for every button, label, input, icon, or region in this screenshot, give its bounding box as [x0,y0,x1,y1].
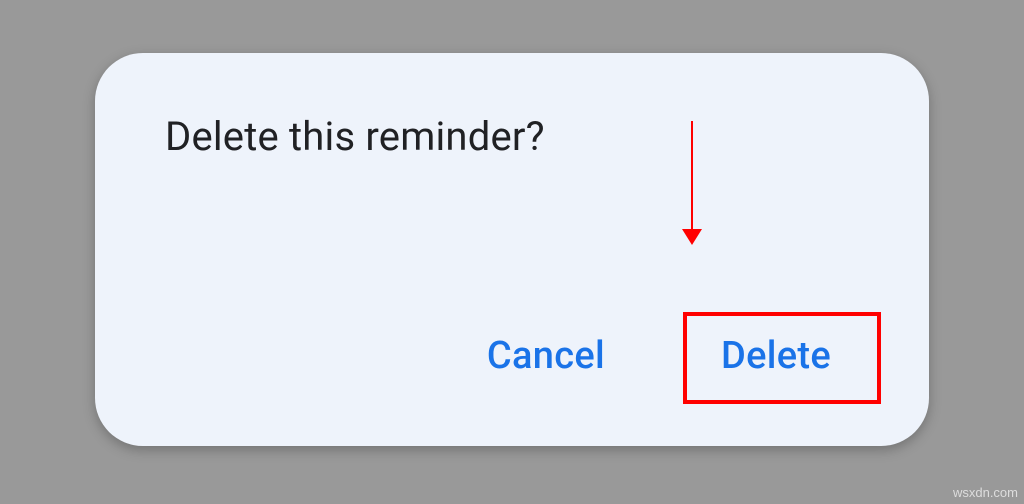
delete-button[interactable]: Delete [693,316,859,396]
dialog-actions: Cancel Delete [459,316,859,396]
cancel-button[interactable]: Cancel [459,316,633,396]
annotation-arrow-icon [682,121,702,245]
watermark-text: wsxdn.com [953,485,1018,500]
confirmation-dialog: Delete this reminder? Cancel Delete [95,53,929,446]
dialog-title: Delete this reminder? [165,113,859,160]
